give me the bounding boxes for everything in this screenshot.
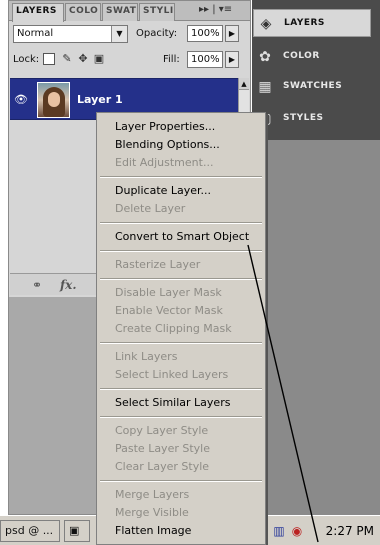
tab-swatches[interactable]: SWAT (102, 3, 138, 21)
menu-item-clear-layer-style: Clear Layer Style (115, 460, 210, 473)
menu-item-blending-options[interactable]: Blending Options... (97, 136, 265, 154)
dock-item-color[interactable]: ✿ COLOR (253, 43, 371, 71)
link-icon[interactable]: ⚭ (32, 278, 42, 292)
taskbar-app-button[interactable]: ▣ (64, 520, 90, 542)
menu-separator (97, 246, 265, 256)
dock-item-label: COLOR (283, 51, 320, 61)
layer-name: Layer 1 (77, 93, 123, 106)
menu-separator (97, 338, 265, 348)
color-icon: ✿ (259, 49, 271, 65)
menu-item-paste-layer-style: Paste Layer Style (115, 442, 210, 455)
fx-icon[interactable]: fx. (60, 278, 77, 292)
menu-item-edit-adjustment: Edit Adjustment... (115, 156, 214, 169)
tray-shield-icon[interactable]: ▥ (272, 524, 286, 538)
tray-network-icon[interactable]: ◉ (290, 524, 304, 538)
opacity-field[interactable]: 100% (187, 25, 223, 42)
menu-item-enable-vector-mask: Enable Vector Mask (115, 304, 223, 317)
menu-separator (97, 172, 265, 182)
menu-item-flatten-image[interactable]: Flatten Image (97, 522, 265, 540)
swatches-icon: ▦ (258, 79, 272, 95)
brush-icon[interactable]: ✎ (61, 53, 73, 65)
lock-transparency-icon[interactable] (43, 53, 55, 65)
fill-field[interactable]: 100% (187, 51, 223, 68)
layers-icon: ◈ (260, 16, 272, 32)
menu-separator (97, 274, 265, 284)
blend-mode-select[interactable]: Normal ▼ (13, 25, 128, 43)
menu-item-layer-properties[interactable]: Layer Properties... (97, 118, 265, 136)
opacity-value: 100% (191, 28, 220, 39)
opacity-stepper[interactable]: ▶ (225, 25, 239, 42)
menu-item-duplicate-layer[interactable]: Duplicate Layer... (97, 182, 265, 200)
menu-item-delete-layer: Delete Layer (115, 202, 186, 215)
tab-styles[interactable]: STYLI (139, 3, 175, 21)
blend-mode-value: Normal (17, 28, 54, 39)
lock-label: Lock: (13, 54, 40, 65)
eye-icon[interactable]: 👁 (13, 93, 29, 106)
menu-item-select-linked-layers: Select Linked Layers (115, 368, 229, 381)
menu-separator (97, 476, 265, 486)
dock-item-styles[interactable]: ▢ STYLES (253, 105, 371, 133)
menu-separator (97, 218, 265, 228)
menu-item-merge-layers: Merge Layers (115, 488, 190, 501)
layer-thumbnail (37, 82, 70, 118)
move-icon[interactable]: ✥ (77, 53, 89, 65)
menu-separator (97, 412, 265, 422)
chevron-down-icon: ▼ (111, 26, 127, 42)
panel-dock: ◈ LAYERS ✿ COLOR ▦ SWATCHES ▢ STYLES (252, 0, 380, 515)
tab-color[interactable]: COLO (65, 3, 101, 21)
dock-item-layers[interactable]: ◈ LAYERS (253, 9, 371, 37)
dock-item-label: LAYERS (284, 18, 325, 28)
menu-item-rasterize-layer: Rasterize Layer (115, 258, 201, 271)
panel-menu-button[interactable]: ▸▸ | ▾≡ (199, 4, 232, 15)
dock-item-label: STYLES (283, 113, 324, 123)
task-label: psd @ ... (5, 524, 54, 537)
taskbar-task-button[interactable]: psd @ ... (0, 520, 60, 542)
menu-item-convert-to-smart-object[interactable]: Convert to Smart Object (97, 228, 265, 246)
layer-context-menu: Layer Properties... Blending Options... Ed… (96, 112, 266, 545)
menu-item-create-clipping-mask: Create Clipping Mask (115, 322, 232, 335)
menu-item-merge-visible: Merge Visible (115, 506, 189, 519)
fill-value: 100% (191, 54, 220, 65)
menu-separator (97, 384, 265, 394)
lock-row: Lock: ✎ ✥ ▣ Fill: 100% ▶ (13, 51, 246, 71)
scroll-up-arrow-icon[interactable]: ▲ (239, 78, 249, 90)
fill-label: Fill: (163, 54, 180, 65)
blend-row: Normal ▼ Opacity: 100% ▶ (13, 25, 246, 45)
dock-item-swatches[interactable]: ▦ SWATCHES (253, 73, 371, 101)
tab-layers[interactable]: LAYERS (12, 3, 64, 22)
thumbnail-face (48, 92, 60, 107)
menu-item-select-similar-layers[interactable]: Select Similar Layers (97, 394, 265, 412)
lock-icon[interactable]: ▣ (93, 53, 105, 65)
fill-stepper[interactable]: ▶ (225, 51, 239, 68)
opacity-label: Opacity: (136, 28, 178, 39)
panel-tab-bar: LAYERS COLO SWAT STYLI ▸▸ | ▾≡ (9, 1, 250, 22)
menu-item-link-layers: Link Layers (115, 350, 178, 363)
menu-item-copy-layer-style: Copy Layer Style (115, 424, 209, 437)
taskbar-clock: 2:27 PM (325, 524, 374, 538)
dock-item-label: SWATCHES (283, 81, 343, 91)
menu-item-disable-layer-mask: Disable Layer Mask (115, 286, 222, 299)
